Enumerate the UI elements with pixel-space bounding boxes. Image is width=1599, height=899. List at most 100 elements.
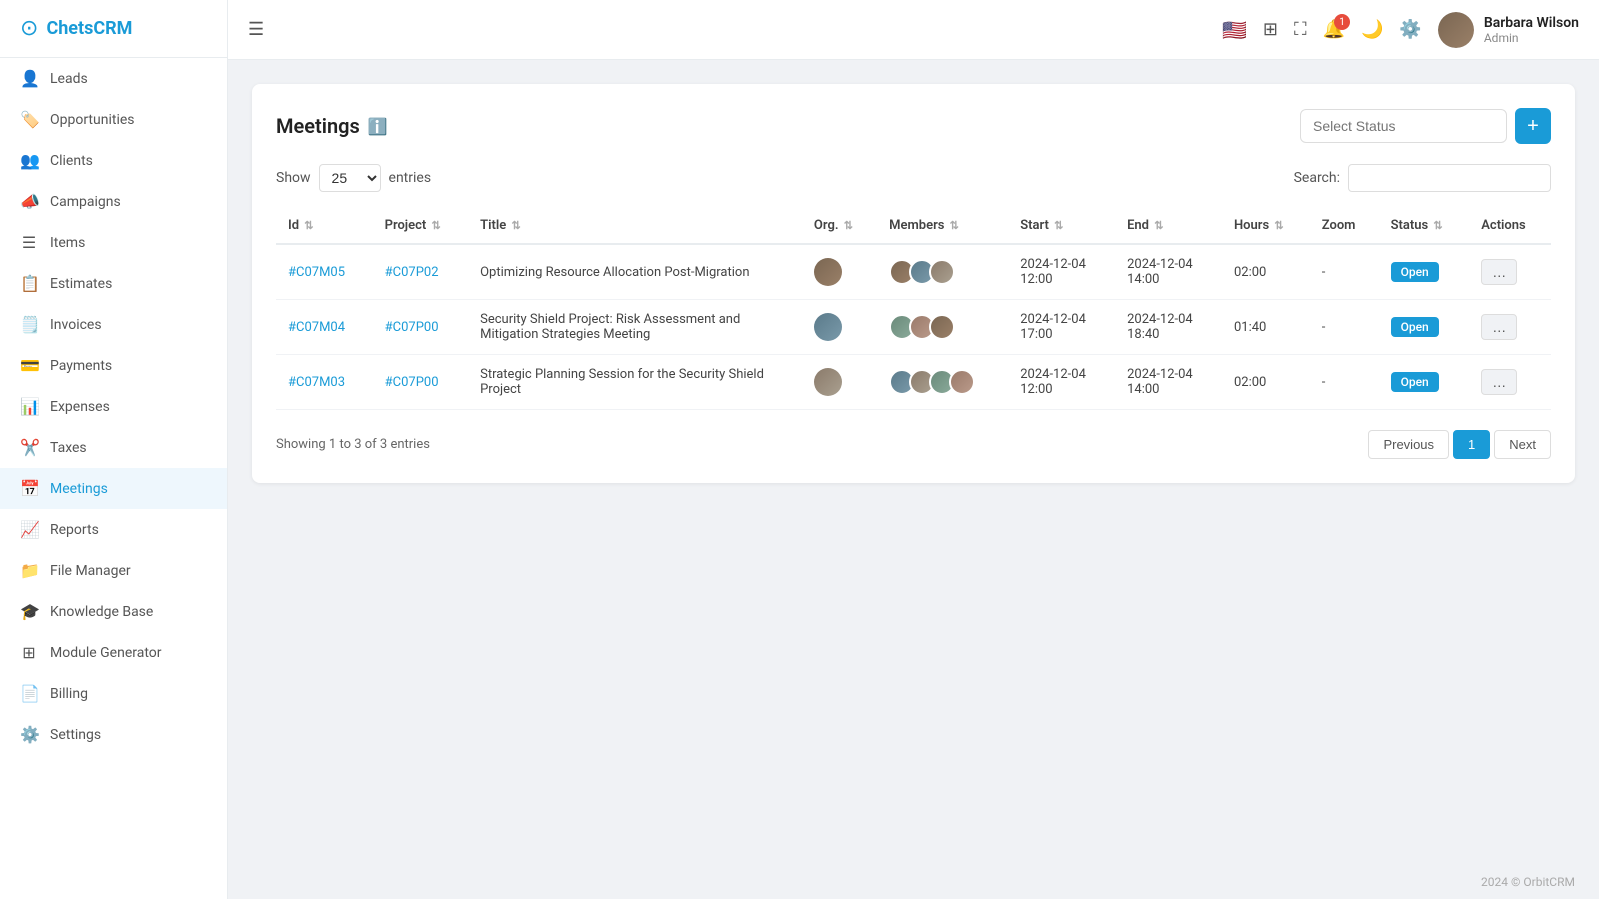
entries-select[interactable]: 25 10 50 100 [319, 164, 381, 192]
add-button[interactable]: + [1515, 108, 1551, 144]
table-row: #C07M04 #C07P00 Security Shield Project:… [276, 300, 1551, 355]
cell-org [802, 355, 877, 410]
member-avatars [889, 314, 996, 340]
sidebar-item-billing[interactable]: 📄Billing [0, 673, 227, 714]
sidebar-item-reports[interactable]: 📈Reports [0, 509, 227, 550]
logo-text: ChetsCRM [46, 18, 132, 39]
sidebar-item-file-manager[interactable]: 📁File Manager [0, 550, 227, 591]
nav-icon-payments: 💳 [20, 356, 38, 375]
cell-title: Optimizing Resource Allocation Post-Migr… [468, 244, 802, 300]
sort-members-icon: ⇅ [950, 219, 959, 232]
col-zoom: Zoom [1310, 208, 1379, 244]
user-info[interactable]: Barbara Wilson Admin [1438, 12, 1579, 48]
sidebar-item-items[interactable]: ☰Items [0, 222, 227, 263]
page-1-button[interactable]: 1 [1453, 430, 1490, 459]
user-details: Barbara Wilson Admin [1484, 15, 1579, 45]
cell-status: Open [1379, 244, 1470, 300]
nav-icon-estimates: 📋 [20, 274, 38, 293]
search-input[interactable] [1348, 164, 1551, 192]
pagination-row: Showing 1 to 3 of 3 entries Previous 1 N… [276, 430, 1551, 459]
org-avatar [814, 258, 842, 286]
settings-icon[interactable]: ⚙️ [1399, 19, 1421, 40]
meeting-id-link[interactable]: #C07M04 [288, 320, 345, 335]
col-project[interactable]: Project ⇅ [373, 208, 469, 244]
nav-label-opportunities: Opportunities [50, 112, 135, 128]
hamburger-icon[interactable]: ☰ [248, 19, 264, 40]
cell-project: #C07P02 [373, 244, 469, 300]
table-row: #C07M05 #C07P02 Optimizing Resource Allo… [276, 244, 1551, 300]
sidebar-item-taxes[interactable]: ✂️Taxes [0, 427, 227, 468]
status-badge: Open [1391, 372, 1439, 392]
cell-start: 2024-12-0417:00 [1008, 300, 1115, 355]
col-org[interactable]: Org. ⇅ [802, 208, 877, 244]
member-avatar [929, 259, 955, 285]
sidebar: ⊙ ChetsCRM 👤Leads🏷️Opportunities👥Clients… [0, 0, 228, 899]
cell-end: 2024-12-0414:00 [1115, 244, 1222, 300]
cell-id: #C07M04 [276, 300, 373, 355]
col-title[interactable]: Title ⇅ [468, 208, 802, 244]
show-label: Show [276, 170, 311, 186]
sidebar-item-leads[interactable]: 👤Leads [0, 58, 227, 99]
meeting-id-link[interactable]: #C07M05 [288, 265, 345, 280]
col-hours[interactable]: Hours ⇅ [1222, 208, 1310, 244]
cell-end: 2024-12-0418:40 [1115, 300, 1222, 355]
actions-button[interactable]: … [1481, 369, 1517, 395]
col-members[interactable]: Members ⇅ [877, 208, 1008, 244]
col-start[interactable]: Start ⇅ [1008, 208, 1115, 244]
notification-badge: 1 [1334, 14, 1350, 30]
meeting-id-link[interactable]: #C07M03 [288, 375, 345, 390]
content-card: Meetings ℹ️ + Show 25 10 [252, 84, 1575, 483]
project-id-link[interactable]: #C07P00 [385, 375, 439, 390]
col-status[interactable]: Status ⇅ [1379, 208, 1470, 244]
grid-icon[interactable]: ⊞ [1263, 19, 1278, 40]
actions-button[interactable]: … [1481, 314, 1517, 340]
nav-label-items: Items [50, 235, 85, 251]
cell-actions: … [1469, 244, 1551, 300]
avatar [1438, 12, 1474, 48]
flag-icon[interactable]: 🇺🇸 [1222, 18, 1247, 42]
nav-label-reports: Reports [50, 522, 99, 538]
fullscreen-icon[interactable]: ⛶ [1294, 19, 1307, 40]
sidebar-item-invoices[interactable]: 🗒️Invoices [0, 304, 227, 345]
nav-label-meetings: Meetings [50, 481, 108, 497]
nav-label-knowledge-base: Knowledge Base [50, 604, 153, 620]
member-avatar [949, 369, 975, 395]
cell-org [802, 300, 877, 355]
cell-zoom: - [1310, 300, 1379, 355]
actions-button[interactable]: … [1481, 259, 1517, 285]
search-row: Search: [1294, 164, 1551, 192]
sidebar-item-expenses[interactable]: 📊Expenses [0, 386, 227, 427]
cell-project: #C07P00 [373, 355, 469, 410]
notification-icon[interactable]: 🔔 1 [1323, 19, 1345, 40]
sidebar-item-payments[interactable]: 💳Payments [0, 345, 227, 386]
darkmode-icon[interactable]: 🌙 [1361, 19, 1383, 40]
header-right: 🇺🇸 ⊞ ⛶ 🔔 1 🌙 ⚙️ Barbara Wilson Admin [1222, 12, 1579, 48]
project-id-link[interactable]: #C07P00 [385, 320, 439, 335]
table-body: #C07M05 #C07P02 Optimizing Resource Allo… [276, 244, 1551, 410]
nav-label-billing: Billing [50, 686, 88, 702]
cell-id: #C07M05 [276, 244, 373, 300]
nav-label-invoices: Invoices [50, 317, 102, 333]
next-button[interactable]: Next [1494, 430, 1551, 459]
info-icon[interactable]: ℹ️ [368, 117, 388, 136]
sidebar-item-campaigns[interactable]: 📣Campaigns [0, 181, 227, 222]
previous-button[interactable]: Previous [1368, 430, 1449, 459]
sidebar-item-clients[interactable]: 👥Clients [0, 140, 227, 181]
sidebar-item-estimates[interactable]: 📋Estimates [0, 263, 227, 304]
cell-status: Open [1379, 300, 1470, 355]
nav-icon-campaigns: 📣 [20, 192, 38, 211]
nav-label-leads: Leads [50, 71, 88, 87]
sidebar-item-knowledge-base[interactable]: 🎓Knowledge Base [0, 591, 227, 632]
sidebar-item-opportunities[interactable]: 🏷️Opportunities [0, 99, 227, 140]
pagination-controls: Previous 1 Next [1368, 430, 1551, 459]
org-avatar [814, 313, 842, 341]
cell-start: 2024-12-0412:00 [1008, 355, 1115, 410]
col-end[interactable]: End ⇅ [1115, 208, 1222, 244]
col-id[interactable]: Id ⇅ [276, 208, 373, 244]
project-id-link[interactable]: #C07P02 [385, 265, 439, 280]
status-select[interactable] [1300, 109, 1507, 143]
sidebar-item-settings[interactable]: ⚙️Settings [0, 714, 227, 755]
sidebar-item-module-generator[interactable]: ⊞Module Generator [0, 632, 227, 673]
search-label: Search: [1294, 170, 1340, 186]
sidebar-item-meetings[interactable]: 📅Meetings [0, 468, 227, 509]
